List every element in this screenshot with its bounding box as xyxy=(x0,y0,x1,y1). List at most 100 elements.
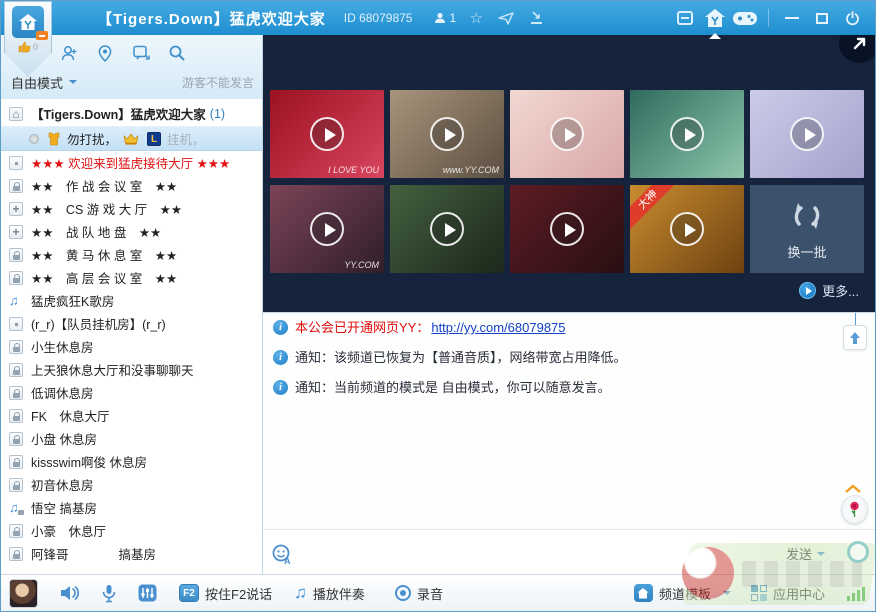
room-name: 初音休息房 xyxy=(31,475,94,494)
video-thumbnail[interactable] xyxy=(750,90,864,178)
room-name: 阿锋哥 搞基房 xyxy=(31,544,156,563)
channel-id: ID 68079875 xyxy=(344,11,413,25)
member-count: (1) xyxy=(210,107,225,121)
refresh-batch-button[interactable]: 换一批 xyxy=(750,185,864,273)
close-power-button[interactable] xyxy=(837,5,867,31)
room-icon xyxy=(9,202,23,216)
room-name: FK 休息大厅 xyxy=(31,406,109,425)
divider xyxy=(768,9,769,27)
channel-room-row[interactable]: 小盘 休息房 xyxy=(1,427,262,450)
channel-room-row[interactable]: (r_r)【队员挂机房】(r_r) xyxy=(1,312,262,335)
window-title: 【Tigers.Down】猛虎欢迎大家 xyxy=(97,8,326,29)
vest-icon xyxy=(47,132,61,146)
chat-message: i 通知：该频道已恢复为【普通音质】，网络带宽占用降低。 xyxy=(263,343,876,373)
rose-icon xyxy=(847,501,862,519)
record-button[interactable]: 录音 xyxy=(395,584,443,603)
video-thumbnail[interactable]: 大神 xyxy=(630,185,744,273)
info-icon: i xyxy=(273,320,288,335)
room-icon xyxy=(9,386,23,400)
video-thumbnail[interactable] xyxy=(630,90,744,178)
share-plane-icon[interactable] xyxy=(496,8,516,28)
channel-room-row[interactable]: ★★ 作 战 会 议 室 ★★ xyxy=(1,174,262,197)
channel-root-row[interactable]: 【Tigers.Down】猛虎欢迎大家 (1) xyxy=(1,101,262,126)
smiley-font-icon: A xyxy=(271,544,293,565)
channel-room-row[interactable]: ★★ 战 队 地 盘 ★★ xyxy=(1,220,262,243)
home-icon xyxy=(9,107,23,121)
channel-room-row[interactable]: 小豪 休息厅 xyxy=(1,519,262,542)
channel-room-row[interactable]: 初音休息房 xyxy=(1,473,262,496)
channel-room-row[interactable]: ★★ CS 游 戏 大 厅 ★★ xyxy=(1,197,262,220)
more-videos-link[interactable]: 更多... xyxy=(799,281,859,300)
sidebar: 自由模式 游客不能发言 【Tigers.Down】猛虎欢迎大家 (1) 勿打扰，… xyxy=(1,35,263,576)
message-compose-icon[interactable] xyxy=(131,43,151,63)
send-flower-button[interactable] xyxy=(841,495,868,524)
play-icon xyxy=(310,117,344,151)
video-thumbnail[interactable]: I LOVE YOU xyxy=(270,90,384,178)
video-thumbnail[interactable]: www.YY.COM xyxy=(390,90,504,178)
room-name: 小生休息房 xyxy=(31,337,94,356)
announcement-row[interactable]: ★★★ 欢迎来到猛虎接待大厅 ★★★ xyxy=(1,151,262,174)
maximize-button[interactable] xyxy=(807,5,837,31)
channel-room-row[interactable]: 小生休息房 xyxy=(1,335,262,358)
mixer-icon xyxy=(138,584,157,602)
favorite-star-icon[interactable]: ☆ xyxy=(466,8,486,28)
minimize-button[interactable] xyxy=(777,5,807,31)
channel-room-row[interactable]: 猛虎疯狂K歌房 xyxy=(1,289,262,312)
message-composer[interactable]: A 发送 xyxy=(263,529,876,576)
f2-key-icon: F2 xyxy=(179,584,199,602)
channel-room-row[interactable]: 悟空 搞基房 xyxy=(1,496,262,519)
speaker-button[interactable] xyxy=(60,584,80,602)
busy-status-badge xyxy=(36,31,48,40)
send-options-caret-icon[interactable] xyxy=(817,552,825,560)
channel-room-row[interactable]: ★★ 黄 马 休 息 室 ★★ xyxy=(1,243,262,266)
scroll-to-top-button[interactable] xyxy=(843,325,867,350)
microphone-button[interactable] xyxy=(102,584,116,603)
microphone-icon xyxy=(102,584,116,603)
selected-subchannel-row[interactable]: 勿打扰， L 挂机， xyxy=(1,126,262,151)
channel-room-row[interactable]: kissswim啊俊 休息房 xyxy=(1,450,262,473)
app-center-button[interactable]: 应用中心 xyxy=(773,584,825,603)
audio-mixer-button[interactable] xyxy=(138,584,157,602)
play-icon xyxy=(790,117,824,151)
chevron-down-icon[interactable] xyxy=(69,80,77,88)
channel-template-icon xyxy=(634,584,653,602)
send-button[interactable]: 发送 xyxy=(786,544,825,563)
video-thumbnail[interactable]: YY.COM xyxy=(270,185,384,273)
video-thumbnail[interactable] xyxy=(390,185,504,273)
channel-room-row[interactable]: FK 休息大厅 xyxy=(1,404,262,427)
member-list-icon[interactable] xyxy=(59,43,79,63)
video-thumbnail[interactable] xyxy=(510,90,624,178)
channel-room-row[interactable]: ★★ 高 层 会 议 室 ★★ xyxy=(1,266,262,289)
app-center-icon xyxy=(751,585,767,601)
arrow-up-right-icon xyxy=(852,36,867,51)
room-icon xyxy=(9,363,23,377)
channel-list-button[interactable] xyxy=(670,5,700,31)
like-counter[interactable]: 0 xyxy=(18,41,38,53)
thumbnail-caption: I LOVE YOU xyxy=(328,165,379,175)
channel-room-row[interactable]: 低调休息房 xyxy=(1,381,262,404)
game-center-button[interactable] xyxy=(730,5,760,31)
more-icon xyxy=(799,282,816,299)
emoticon-button[interactable]: A xyxy=(271,544,293,565)
channel-room-row[interactable]: 上天狼休息大厅和没事聊聊天 xyxy=(1,358,262,381)
room-icon xyxy=(9,524,23,538)
play-accompaniment-button[interactable]: ♫ 播放伴奏 xyxy=(294,583,365,603)
home-view-button[interactable] xyxy=(700,5,730,31)
user-avatar[interactable] xyxy=(9,579,38,608)
play-icon xyxy=(550,117,584,151)
expand-button[interactable] xyxy=(837,35,875,65)
collapse-chevron-icon[interactable] xyxy=(845,484,861,493)
chevron-down-icon[interactable] xyxy=(723,591,731,599)
location-pin-icon[interactable] xyxy=(95,43,115,63)
download-icon[interactable] xyxy=(526,8,546,28)
push-to-talk-button[interactable]: F2 按住F2说话 xyxy=(179,584,272,603)
channel-room-row[interactable]: 阿锋哥 搞基房 xyxy=(1,542,262,565)
search-icon[interactable] xyxy=(167,43,187,63)
video-thumbnail[interactable] xyxy=(510,185,624,273)
channel-mode-selector[interactable]: 自由模式 xyxy=(11,73,63,92)
channel-web-link[interactable]: http://yy.com/68079875 xyxy=(431,320,565,335)
room-name: 低调休息房 xyxy=(31,383,94,402)
channel-tree: 【Tigers.Down】猛虎欢迎大家 (1) 勿打扰， L 挂机， ★★★ 欢… xyxy=(1,101,262,576)
channel-template-button[interactable]: 频道模板 xyxy=(659,584,711,603)
person-icon xyxy=(434,12,446,24)
